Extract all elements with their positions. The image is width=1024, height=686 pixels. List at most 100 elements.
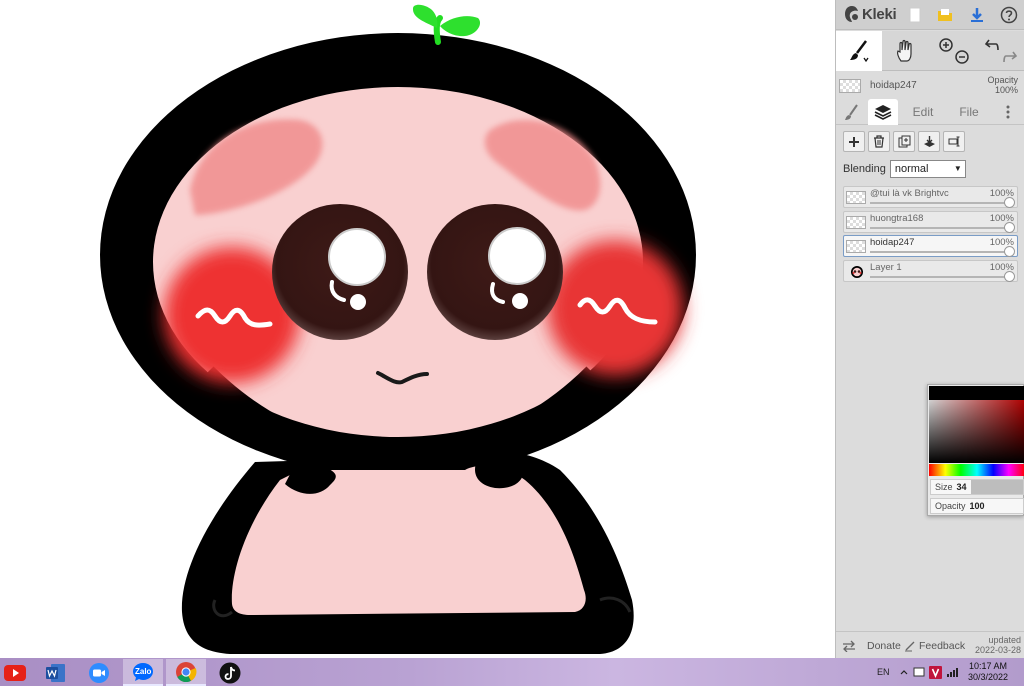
- layer-name: hoidap247: [870, 237, 915, 248]
- blending-select[interactable]: normal ▼: [889, 160, 966, 178]
- layer-opacity-slider[interactable]: [870, 251, 1011, 253]
- open-file-icon[interactable]: [936, 6, 954, 24]
- rename-layer-button[interactable]: [943, 131, 965, 152]
- more-menu[interactable]: [998, 99, 1018, 125]
- hand-icon: [897, 39, 912, 62]
- feedback-link[interactable]: Feedback: [904, 632, 965, 659]
- layer-opacity-handle[interactable]: [1004, 221, 1015, 233]
- saturation-value-area[interactable]: [929, 386, 1024, 463]
- taskbar-tiktok[interactable]: [210, 659, 250, 686]
- tool-row: [836, 31, 1024, 71]
- layer-opacity-slider[interactable]: [870, 275, 1011, 278]
- layer-item[interactable]: Layer 1 100%: [843, 259, 1018, 282]
- help-icon[interactable]: [1000, 6, 1018, 24]
- kleki-logo-icon: [845, 6, 858, 22]
- tray-app-icon[interactable]: [913, 658, 925, 686]
- youtube-icon: [4, 664, 26, 681]
- download-icon[interactable]: [968, 6, 986, 24]
- tab-file[interactable]: File: [948, 99, 990, 125]
- brush-icon: [850, 40, 869, 63]
- language-label: EN: [877, 667, 890, 677]
- brush-size-field[interactable]: Size 34: [930, 479, 1024, 495]
- side-panel: Kleki hoidap247 Opacity 100% Edit File B…: [835, 0, 1024, 658]
- drawing-canvas[interactable]: [0, 0, 835, 658]
- brush-opacity-label: Opacity: [935, 501, 966, 511]
- taskbar-zoom[interactable]: [79, 659, 119, 686]
- layer-opacity-handle[interactable]: [1004, 197, 1015, 208]
- trash-icon: [874, 135, 884, 148]
- feedback-icon: [905, 641, 915, 651]
- current-layer-opacity: Opacity 100%: [987, 75, 1018, 95]
- updated-date: 2022-03-28: [974, 645, 1021, 655]
- brush-tool[interactable]: [836, 31, 882, 71]
- layer-thumbnail: [846, 215, 866, 229]
- add-layer-button[interactable]: [843, 131, 865, 152]
- size-slider[interactable]: [971, 480, 1023, 494]
- size-label: Size: [935, 482, 953, 492]
- layer-item-selected[interactable]: hoidap247 100%: [843, 235, 1018, 257]
- layer-thumbnail: [846, 240, 866, 253]
- layer-thumbnail: [846, 191, 866, 204]
- v-badge-icon: [929, 665, 942, 679]
- size-value: 34: [956, 482, 967, 492]
- zoom-tools[interactable]: [934, 31, 974, 71]
- blending-value: normal: [894, 163, 929, 175]
- tab-brush[interactable]: [838, 99, 866, 125]
- system-clock[interactable]: 10:17 AM 30/3/2022: [968, 661, 1008, 683]
- signal-icon: [947, 668, 958, 677]
- swap-button[interactable]: [842, 632, 856, 659]
- updated-info: updated 2022-03-28: [975, 635, 1021, 655]
- taskbar-zalo[interactable]: Zalo: [123, 659, 163, 686]
- merge-down-button[interactable]: [918, 131, 940, 152]
- layer-item[interactable]: @tui là vk Brightvc 100%: [843, 186, 1018, 208]
- taskbar-chrome[interactable]: [166, 659, 206, 686]
- feedback-label: Feedback: [919, 639, 966, 652]
- layer-item[interactable]: huongtra168 100%: [843, 210, 1018, 233]
- brush-opacity-field[interactable]: Opacity 100: [930, 498, 1024, 514]
- language-indicator[interactable]: EN: [877, 658, 890, 686]
- tray-vpn[interactable]: [929, 658, 942, 686]
- plus-icon: [849, 136, 859, 147]
- rename-icon: [948, 136, 959, 147]
- layer-thumbnail: [839, 79, 861, 93]
- layer-list: @tui là vk Brightvc 100% huongtra168 100…: [843, 186, 1018, 284]
- layer-opacity-handle[interactable]: [1004, 270, 1015, 282]
- tray-overflow[interactable]: [900, 658, 908, 686]
- clock-date: 30/3/2022: [967, 672, 1008, 682]
- new-file-icon[interactable]: [906, 6, 924, 24]
- donate-link[interactable]: Donate: [867, 632, 901, 659]
- taskbar-youtube[interactable]: [0, 659, 35, 686]
- layer-name: @tui là vk Brightvc: [870, 188, 949, 199]
- tab-layers[interactable]: [868, 99, 898, 125]
- tray-app-icon-glyph: [913, 667, 925, 677]
- layer-actions: [843, 131, 965, 152]
- app-logo[interactable]: Kleki: [844, 5, 897, 23]
- undo-redo-icon: [984, 39, 1018, 63]
- layer-name: huongtra168: [870, 212, 924, 224]
- brush-opacity-value: 100: [969, 501, 985, 511]
- undo-redo-tools[interactable]: [981, 31, 1021, 71]
- layers-icon: [874, 105, 892, 120]
- duplicate-layer-button[interactable]: [893, 131, 915, 152]
- tab-edit[interactable]: Edit: [902, 99, 944, 125]
- word-icon: [46, 663, 65, 682]
- taskbar-word[interactable]: [36, 659, 76, 686]
- opacity-value: 100%: [994, 85, 1018, 95]
- clock-time: 10:17 AM: [968, 661, 1007, 671]
- chevron-up-icon: [900, 670, 908, 675]
- zoom-icon: [89, 662, 109, 683]
- layer-opacity-slider[interactable]: [870, 202, 1011, 204]
- hue-slider[interactable]: [929, 464, 1024, 476]
- delete-layer-button[interactable]: [868, 131, 890, 152]
- tray-signal[interactable]: [947, 658, 959, 686]
- artwork-character: [100, 4, 696, 654]
- brush-tab-icon: [845, 104, 858, 120]
- updated-label: updated: [988, 635, 1021, 645]
- layer-opacity-slider[interactable]: [870, 226, 1011, 229]
- current-layer-name: hoidap247: [870, 80, 917, 91]
- layer-opacity-handle[interactable]: [1004, 246, 1015, 257]
- taskbar: Zalo EN 10:17 AM 30/3/2022: [0, 658, 1024, 686]
- panel-tabs: Edit File: [836, 99, 1024, 125]
- hand-tool[interactable]: [886, 31, 926, 71]
- zalo-label: Zalo: [135, 667, 152, 676]
